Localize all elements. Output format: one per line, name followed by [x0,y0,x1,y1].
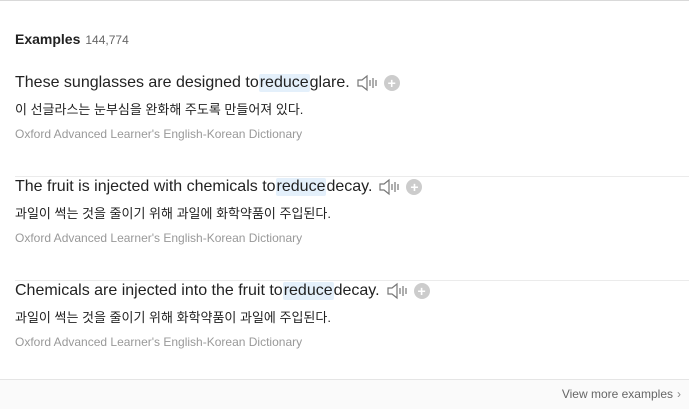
example-sentence: Chemicals are injected into the fruit to… [15,281,430,301]
chevron-right-icon: › [677,387,681,401]
keyword-highlight: reduce [258,74,310,92]
speaker-icon[interactable] [386,281,410,301]
top-divider [0,0,689,1]
example-item: Chemicals are injected into the fruit to… [15,281,689,385]
examples-count: 144,774 [85,33,129,47]
plus-circle-icon[interactable]: + [413,283,430,299]
sentence-text: Chemicals are injected into the fruit to [15,282,283,299]
example-item: These sunglasses are designed to reduce … [15,73,689,177]
speaker-icon[interactable] [356,73,380,93]
sentence-text: decay. [326,178,373,195]
example-translation: 과일이 썩는 것을 줄이기 위해 화학약품이 과일에 주입된다. [15,310,331,325]
sentence-text: glare. [309,74,350,91]
plus-circle-icon[interactable]: + [383,75,400,91]
plus-circle-icon[interactable]: + [406,179,423,195]
examples-footer: View more examples › [0,379,689,409]
example-sentence: The fruit is injected with chemicals to … [15,177,423,197]
example-source: Oxford Advanced Learner's English-Korean… [15,231,303,245]
speaker-icon[interactable] [378,177,402,197]
example-source: Oxford Advanced Learner's English-Korean… [15,335,303,349]
sentence-text: decay. [333,282,380,299]
example-translation: 이 선글라스는 눈부심을 완화해 주도록 만들어져 있다. [15,102,304,117]
keyword-highlight: reduce [282,282,334,300]
sentence-text: The fruit is injected with chemicals to [15,178,276,195]
example-sentence: These sunglasses are designed to reduce … [15,73,400,93]
keyword-highlight: reduce [275,178,327,196]
example-item: The fruit is injected with chemicals to … [15,177,689,281]
sentence-text: These sunglasses are designed to [15,74,259,91]
view-more-examples-link[interactable]: View more examples › [562,387,681,401]
examples-header: Examples 144,774 [15,31,129,47]
view-more-label: View more examples [561,387,673,401]
example-translation: 과일이 썩는 것을 줄이기 위해 과일에 화학약품이 주입된다. [15,206,331,221]
example-source: Oxford Advanced Learner's English-Korean… [15,127,303,141]
examples-title: Examples [15,31,81,47]
